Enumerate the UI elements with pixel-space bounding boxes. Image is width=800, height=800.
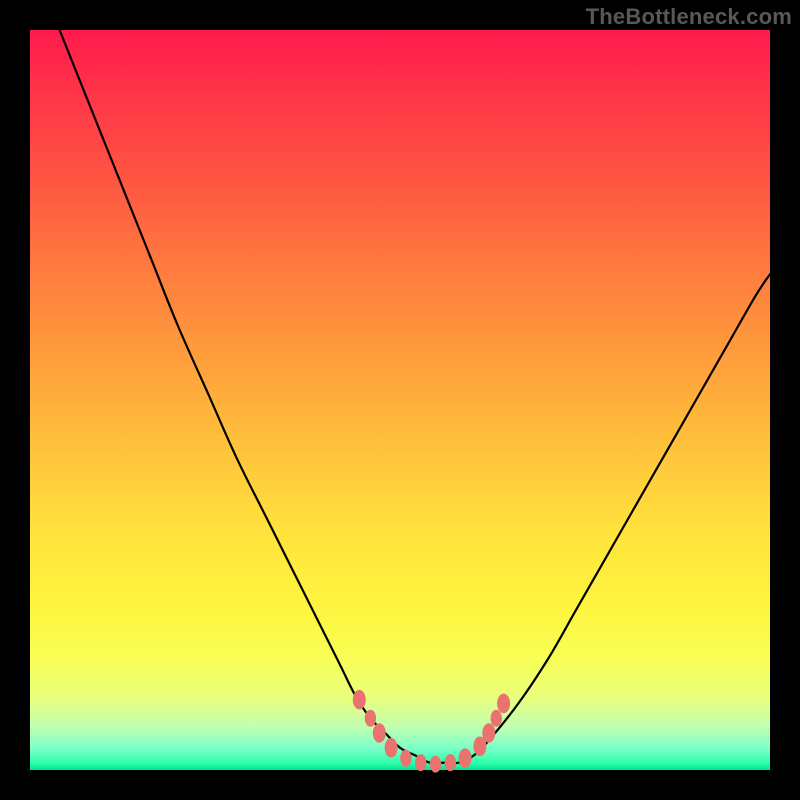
curve-marker — [415, 754, 426, 771]
curve-marker — [445, 754, 456, 771]
watermark-text: TheBottleneck.com — [586, 4, 792, 30]
chart-frame: TheBottleneck.com — [0, 0, 800, 800]
bottleneck-curve — [60, 30, 770, 763]
curve-marker — [430, 756, 441, 773]
curve-marker — [373, 723, 386, 743]
curve-marker — [491, 710, 502, 727]
curve-markers — [353, 690, 510, 773]
curve-marker — [385, 738, 398, 758]
curve-marker — [365, 710, 376, 727]
curve-marker — [482, 723, 495, 743]
chart-svg — [30, 30, 770, 770]
curve-marker — [459, 748, 472, 768]
curve-marker — [400, 750, 411, 767]
curve-marker — [497, 694, 510, 714]
chart-plot-area — [30, 30, 770, 770]
curve-marker — [353, 690, 366, 710]
